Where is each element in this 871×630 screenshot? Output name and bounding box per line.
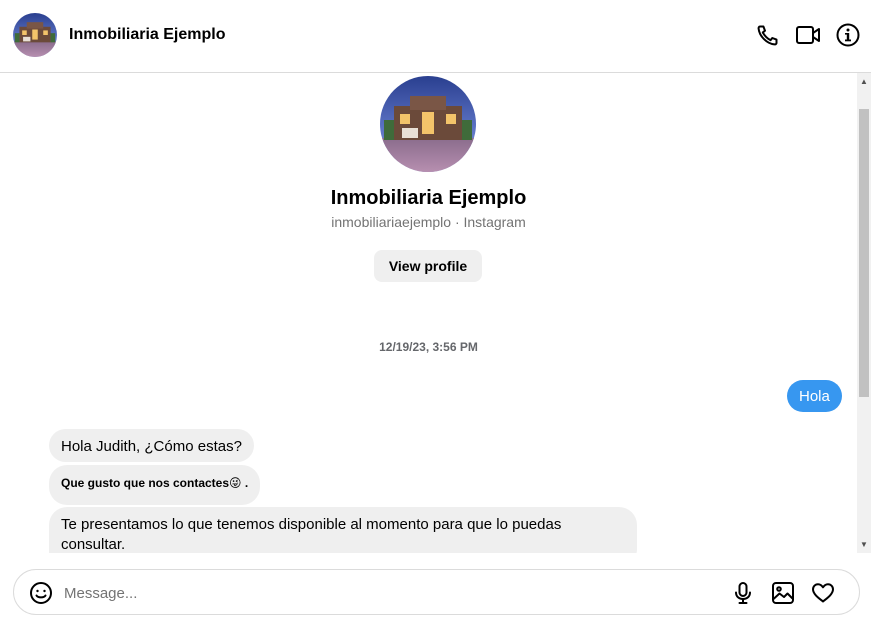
scroll-up-arrow-icon[interactable]: ▲ [857, 73, 871, 90]
outgoing-message[interactable]: Hola [787, 380, 842, 412]
info-icon [836, 23, 860, 47]
scroll-down-arrow-icon[interactable]: ▼ [857, 536, 871, 553]
house-photo-icon [380, 76, 476, 172]
image-icon [772, 582, 794, 604]
header-avatar[interactable] [13, 13, 57, 57]
message-text: Que gusto que nos contactes [61, 476, 230, 490]
video-call-button[interactable] [795, 22, 821, 48]
microphone-icon [735, 582, 751, 604]
heart-icon [812, 583, 834, 603]
winking-tongue-emoji: 😜 [229, 476, 242, 490]
profile-avatar[interactable] [380, 76, 476, 172]
emoji-icon [30, 582, 52, 604]
message-input[interactable] [64, 582, 704, 604]
message-text-suffix: . [241, 476, 249, 490]
view-profile-button[interactable]: View profile [374, 250, 482, 282]
message-thread: Inmobiliaria Ejemplo inmobiliariaejemplo… [0, 73, 857, 553]
thread-scrollbar[interactable]: ▲ ▼ [857, 73, 871, 553]
video-camera-icon [796, 26, 820, 44]
voice-clip-button[interactable] [730, 580, 756, 606]
profile-name: Inmobiliaria Ejemplo [330, 187, 527, 209]
chat-header: Inmobiliaria Ejemplo [0, 0, 871, 73]
scrollbar-thumb[interactable] [859, 109, 869, 397]
incoming-message[interactable]: Que gusto que nos contactes😜 . [49, 465, 261, 505]
emoji-button[interactable] [28, 580, 54, 606]
add-photo-button[interactable] [770, 580, 796, 606]
like-button[interactable] [810, 580, 836, 606]
incoming-message[interactable]: Hola Judith, ¿Cómo estas? [49, 429, 254, 462]
profile-username-subtitle: inmobiliariaejemplo · Instagram [331, 214, 526, 230]
house-photo-icon [13, 13, 57, 57]
message-timestamp: 12/19/23, 3:56 PM [379, 340, 478, 354]
conversation-info-button[interactable] [835, 22, 861, 48]
audio-call-button[interactable] [755, 22, 781, 48]
header-contact-name[interactable]: Inmobiliaria Ejemplo [69, 26, 225, 44]
message-composer [13, 569, 860, 615]
phone-icon [757, 25, 778, 46]
incoming-message[interactable]: Te presentamos lo que tenemos disponible… [49, 507, 637, 553]
